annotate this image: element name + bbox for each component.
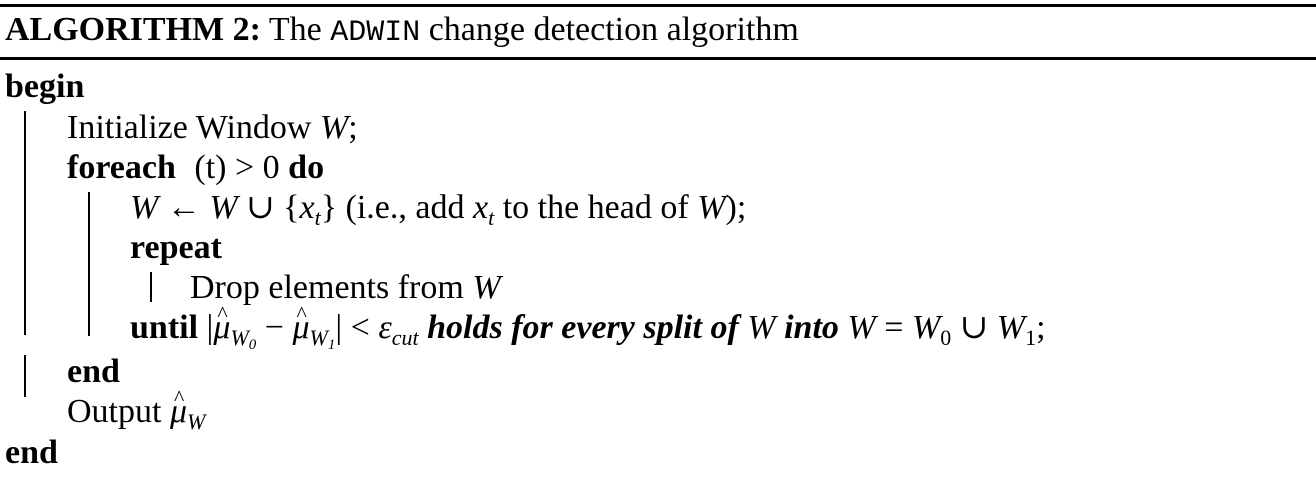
algorithm-caption: ALGORITHM 2: The ADWIN change detection … bbox=[5, 10, 799, 53]
until-w0: W bbox=[911, 309, 941, 346]
until-holds-text: holds for every split of bbox=[418, 309, 748, 346]
drop-line: Drop elements from W bbox=[190, 268, 501, 308]
init-text: Initialize Window bbox=[67, 109, 320, 146]
assign-x2: x bbox=[472, 189, 489, 226]
until-abs-close: | < bbox=[335, 309, 379, 346]
assign-var-w2: W bbox=[209, 189, 238, 226]
mu-hat-w1: μ bbox=[292, 294, 309, 348]
assign-comment-w: W bbox=[697, 189, 726, 226]
init-var: W bbox=[319, 109, 349, 146]
begin-block-bar-lower bbox=[24, 355, 26, 397]
caption-pre: The bbox=[268, 11, 322, 48]
epsilon-sub: cut bbox=[391, 325, 419, 350]
foreach-block-bar bbox=[88, 192, 90, 336]
drop-text: Drop elements from bbox=[190, 269, 473, 306]
until-w: W bbox=[747, 309, 776, 346]
until-w1: W bbox=[996, 309, 1026, 346]
end-outer-keyword: end bbox=[5, 434, 58, 471]
init-end: ; bbox=[348, 109, 358, 146]
output-mu-sub: W bbox=[187, 409, 206, 434]
repeat-keyword: repeat bbox=[130, 229, 222, 266]
foreach-condition: (t) > 0 bbox=[194, 149, 280, 186]
assign-comment-a: } (i.e., add bbox=[320, 189, 473, 226]
assign-x: x bbox=[299, 189, 315, 226]
mu-w1-sub: W bbox=[309, 325, 328, 350]
epsilon: ε bbox=[378, 309, 392, 346]
drop-var: W bbox=[472, 269, 501, 306]
until-eq: = bbox=[875, 309, 912, 346]
until-w0-sub: 0 bbox=[940, 325, 952, 350]
until-abs-open: | bbox=[198, 309, 214, 346]
until-eq-w: W bbox=[847, 309, 876, 346]
algorithm-label: ALGORITHM 2: bbox=[5, 11, 261, 48]
assign-end: ); bbox=[725, 189, 747, 226]
assign-union: ∪ { bbox=[237, 189, 300, 226]
output-text: Output bbox=[67, 393, 170, 430]
end-inner-keyword: end bbox=[67, 353, 120, 390]
begin-keyword: begin bbox=[5, 68, 85, 105]
assign-var-w: W bbox=[130, 189, 159, 226]
do-keyword: do bbox=[288, 149, 325, 186]
until-cup: ∪ bbox=[951, 309, 997, 346]
until-end: ; bbox=[1036, 309, 1046, 346]
foreach-keyword: foreach bbox=[67, 149, 176, 186]
output-mu-hat: μ bbox=[170, 378, 187, 432]
foreach-line: foreach (t) > 0 do bbox=[67, 148, 324, 188]
algorithm-name: ADWIN bbox=[330, 16, 421, 50]
begin-block-bar bbox=[24, 111, 26, 335]
assign-line: W ← W ∪ {xt} (i.e., add xt to the head o… bbox=[130, 188, 747, 229]
assign-comment-b: to the head of bbox=[494, 189, 698, 226]
until-keyword: until bbox=[130, 309, 199, 346]
top-rule bbox=[0, 4, 1316, 7]
until-w1-sub: 1 bbox=[1025, 325, 1037, 350]
repeat-block-bar bbox=[150, 272, 152, 302]
assign-arrow: ← bbox=[158, 189, 210, 226]
until-line: until |μW0 − μW1| < εcut holds for every… bbox=[130, 294, 1046, 353]
until-into-text: into bbox=[775, 309, 848, 346]
init-line: Initialize Window W; bbox=[67, 108, 358, 148]
caption-title: change detection algorithm bbox=[428, 11, 799, 48]
output-line: Output μW bbox=[67, 378, 206, 434]
mu-hat-w0: μ bbox=[213, 294, 230, 348]
mu-w0-sub: W bbox=[230, 325, 249, 350]
until-minus: − bbox=[256, 309, 293, 346]
caption-rule bbox=[0, 57, 1316, 60]
